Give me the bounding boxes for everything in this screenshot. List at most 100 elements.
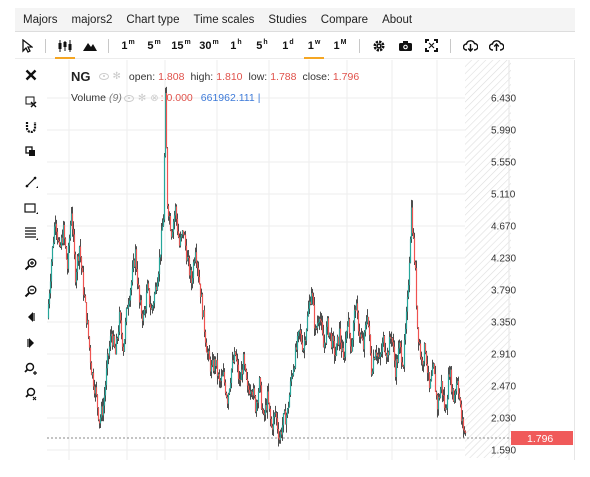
candle [119,311,122,321]
candle [405,311,408,329]
fibonacci-icon[interactable] [21,223,41,243]
candle [67,245,70,269]
candle [312,296,315,306]
candle [391,337,394,343]
magnet-icon[interactable] [21,117,41,137]
scroll-right-icon[interactable] [21,333,41,353]
visibility-eye-icon[interactable] [98,73,109,80]
candle [223,371,226,383]
timescale-1d-button[interactable]: 1d [275,33,301,59]
volume-eye-icon[interactable] [123,94,134,102]
candle [184,234,187,246]
menu-chart-type[interactable]: Chart type [119,14,186,26]
menu-majors[interactable]: Majors [15,14,65,26]
candle [306,315,309,330]
candle [51,246,54,262]
candle [422,361,425,365]
candle [403,339,406,367]
candle [417,327,420,343]
reset-zoom-icon[interactable] [21,384,41,404]
timescale-1M-button[interactable]: 1M [327,33,353,59]
candle [286,408,289,416]
camera-icon[interactable] [392,33,418,59]
candle [105,368,108,386]
candle [433,363,436,374]
timescale-15m-button[interactable]: 15 m [167,33,195,59]
candle [149,304,152,309]
candle [287,407,290,409]
zoom-out-icon[interactable] [21,281,41,301]
candle [429,380,432,388]
candle [414,262,417,269]
scroll-left-icon[interactable] [21,307,41,327]
high-label: high: [190,70,214,83]
menu-about[interactable]: About [375,14,419,26]
candle [72,229,75,235]
price-chart[interactable]: 6.430 5.990 5.550 5.110 4.670 4.230 3.790 3.350… [47,60,575,460]
candle [365,322,368,326]
candle [56,231,59,240]
candle [84,295,87,303]
candle [65,246,68,260]
candle [380,351,383,355]
y-tick-label: 5.550 [491,158,516,169]
fullscreen-icon[interactable] [418,33,444,59]
candle [109,336,112,347]
menu-majors2[interactable]: majors2 [65,14,120,26]
clone-icon[interactable] [21,142,41,162]
candle [193,261,196,263]
candle [158,257,161,275]
timescale-1h-button[interactable]: 1h [223,33,249,59]
candle [224,382,227,394]
zoom-in-icon[interactable] [21,254,41,274]
mountain-chart-icon[interactable] [78,33,102,59]
last-price-label: 1.796 [527,433,553,445]
candle [393,346,396,361]
menu-studies[interactable]: Studies [261,14,313,26]
download-icon[interactable] [457,33,483,59]
menu-time-scales[interactable]: Time scales [186,14,261,26]
timescale-1m-button[interactable]: 1m [115,33,141,59]
candle [301,342,304,351]
volume-settings-icon[interactable]: ✻ [138,93,146,104]
candle [388,336,391,356]
candle [203,310,206,332]
candlestick-chart-icon[interactable] [52,33,78,59]
rectangle-icon[interactable] [21,198,41,218]
candle [292,369,295,376]
candle [462,418,465,430]
candle [151,306,154,310]
candle [246,379,249,386]
chart-area[interactable]: 6.430 5.990 5.550 5.110 4.670 4.230 3.790 3.350… [47,60,575,460]
candle [125,308,128,322]
timescale-30m-button[interactable]: 30 m [195,33,223,59]
menu-compare[interactable]: Compare [314,14,375,26]
settings-gear-icon[interactable] [366,33,392,59]
timescale-5m-button[interactable]: 5m [141,33,167,59]
close-icon[interactable] [21,65,41,85]
cursor-icon[interactable] [15,33,39,59]
candle [335,343,338,356]
upload-icon[interactable] [483,33,509,59]
candle [179,237,182,246]
candle [384,350,387,355]
candle [293,367,296,370]
legend-settings-icon[interactable]: ✻ [113,71,121,82]
zoom-region-icon[interactable] [21,359,41,379]
candle [320,320,323,323]
trendline-icon[interactable] [21,172,41,192]
timescale-1w-button[interactable]: 1w [301,33,327,59]
remove-drawing-icon[interactable] [21,92,41,112]
candle [156,282,159,290]
open-label: open: [128,70,156,83]
volume-remove-icon[interactable]: ⊗ [150,93,158,104]
candle [299,330,302,334]
y-tick-label: 5.110 [491,190,516,201]
candle [317,322,320,324]
candle [159,254,162,258]
candle [378,356,381,358]
candle [357,312,360,332]
candle [138,286,141,303]
candle [191,278,194,284]
timescale-5h-button[interactable]: 5h [249,33,275,59]
